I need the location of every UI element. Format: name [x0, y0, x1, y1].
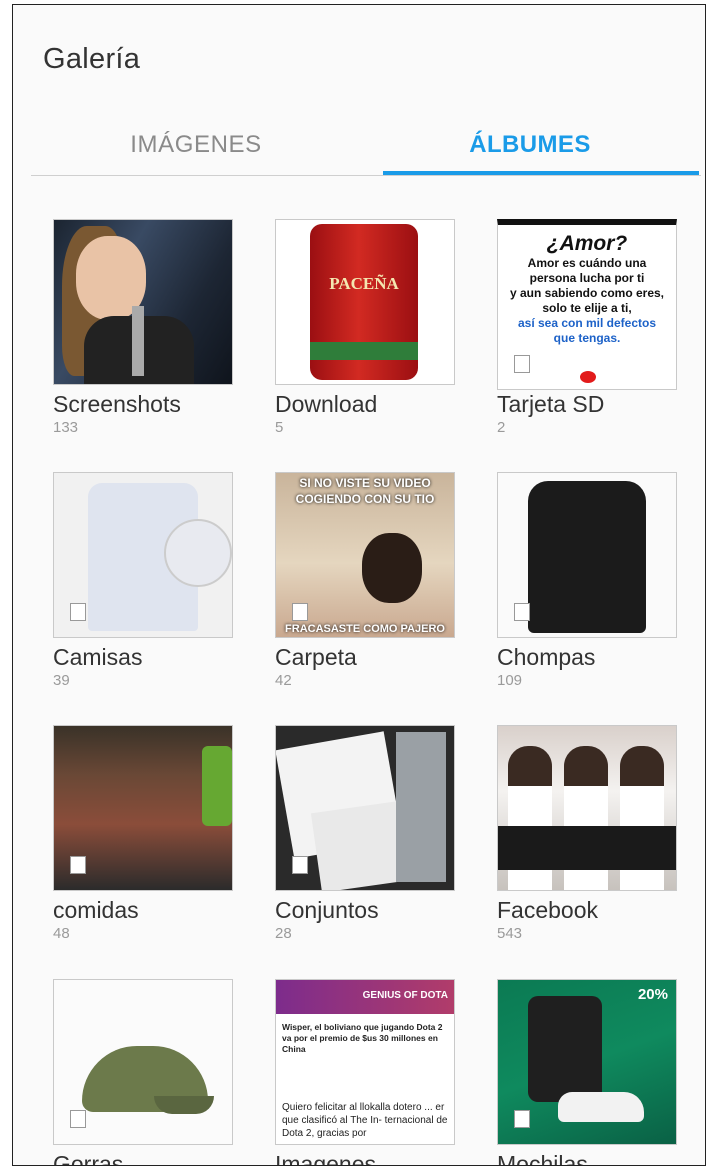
album-thumbnail	[53, 979, 233, 1145]
thumb-text-block: ¿Amor? Amor es cuándo una persona lucha …	[502, 231, 672, 346]
album-name: Tarjeta SD	[497, 391, 605, 417]
thumb-text: Wisper, el boliviano que jugando Dota 2 …	[282, 1022, 443, 1054]
thumb-graphic	[528, 481, 646, 633]
album-thumbnail	[497, 725, 677, 891]
album-chompas[interactable]: Chompas 109	[497, 472, 677, 689]
heart-icon	[580, 371, 596, 383]
sd-card-icon	[514, 355, 530, 373]
thumb-text: así sea con mil defectos	[517, 316, 657, 330]
sd-card-icon	[292, 603, 308, 621]
album-thumbnail	[53, 725, 233, 891]
album-camisas[interactable]: Camisas 39	[53, 472, 233, 689]
thumb-text: ¿Amor?	[546, 232, 628, 255]
album-grid: Screenshots 133 PACEÑA Download 5 ¿Amor?…	[13, 5, 705, 1165]
thumb-text: SI NO VISTE SU VIDEO	[299, 476, 431, 490]
album-gorras[interactable]: Gorras	[53, 979, 233, 1165]
thumb-graphic	[154, 1096, 214, 1114]
album-facebook[interactable]: Facebook 543	[497, 725, 677, 942]
thumb-text: GENIUS OF DOTA	[362, 990, 448, 1001]
thumb-graphic	[132, 306, 144, 376]
thumb-text: persona lucha por ti	[529, 271, 645, 285]
thumb-text: FRACASASTE COMO PAJERO	[285, 623, 445, 635]
album-name: Gorras	[53, 1151, 124, 1166]
album-name: Camisas	[53, 644, 143, 670]
thumb-text: solo te elije a ti,	[542, 301, 632, 315]
thumb-graphic	[558, 1092, 644, 1122]
thumb-text: que tengas.	[553, 331, 621, 345]
album-count: 39	[53, 672, 70, 689]
sd-card-icon	[292, 856, 308, 874]
album-name: Conjuntos	[275, 897, 379, 923]
album-count: 109	[497, 672, 523, 689]
thumb-text: Amor es cuándo una	[527, 256, 647, 270]
album-thumbnail	[53, 219, 233, 385]
sd-card-icon	[514, 1110, 530, 1128]
album-thumbnail	[275, 725, 455, 891]
album-conjuntos[interactable]: Conjuntos 28	[275, 725, 455, 942]
thumb-text: COGIENDO CON SU TIO	[295, 492, 435, 506]
thumb-text: y aun sabiendo como eres,	[509, 286, 665, 300]
album-download[interactable]: PACEÑA Download 5	[275, 219, 455, 436]
album-count: 2	[497, 419, 506, 436]
album-name: Imagenes	[275, 1151, 377, 1166]
album-name: Facebook	[497, 897, 599, 923]
thumb-text: PACEÑA	[329, 274, 399, 293]
album-thumbnail: 20%	[497, 979, 677, 1145]
thumb-text: Quiero felicitar al llokalla dotero ... …	[282, 1102, 448, 1139]
album-name: Carpeta	[275, 644, 357, 670]
thumb-graphic: PACEÑA	[310, 224, 418, 380]
thumb-graphic	[528, 996, 602, 1102]
album-count: 5	[275, 419, 284, 436]
album-screenshots[interactable]: Screenshots 133	[53, 219, 233, 436]
album-thumbnail: PACEÑA	[275, 219, 455, 385]
thumb-graphic	[202, 746, 232, 826]
gallery-screen: Galería IMÁGENES ÁLBUMES Screenshots 133…	[12, 4, 706, 1166]
album-carpeta[interactable]: SI NO VISTE SU VIDEO COGIENDO CON SU TIO…	[275, 472, 455, 689]
album-name: Screenshots	[53, 391, 181, 417]
album-thumbnail: ¿Amor? Amor es cuándo una persona lucha …	[497, 219, 677, 390]
album-mochilas[interactable]: 20% Mochilas	[497, 979, 677, 1165]
album-count: 48	[53, 925, 70, 942]
album-count: 28	[275, 925, 292, 942]
thumb-graphic	[310, 342, 418, 360]
sd-card-icon	[70, 1110, 86, 1128]
thumb-graphic	[396, 732, 446, 882]
sd-card-icon	[70, 603, 86, 621]
album-name: Download	[275, 391, 378, 417]
album-count: 543	[497, 925, 523, 942]
thumb-text: 20%	[637, 986, 668, 1003]
album-count: 133	[53, 419, 79, 436]
thumb-graphic	[164, 519, 232, 587]
album-imagenes[interactable]: GENIUS OF DOTA Wisper, el boliviano que …	[275, 979, 455, 1165]
album-thumbnail: GENIUS OF DOTA Wisper, el boliviano que …	[275, 979, 455, 1145]
thumb-graphic: GENIUS OF DOTA	[276, 980, 454, 1014]
thumb-graphic	[498, 826, 676, 870]
album-tarjeta-sd[interactable]: ¿Amor? Amor es cuándo una persona lucha …	[497, 219, 677, 436]
album-thumbnail	[53, 472, 233, 638]
thumb-text-block: SI NO VISTE SU VIDEO COGIENDO CON SU TIO	[276, 475, 454, 507]
album-name: comidas	[53, 897, 139, 923]
album-thumbnail	[497, 472, 677, 638]
album-name: Mochilas	[497, 1151, 588, 1166]
album-name: Chompas	[497, 644, 596, 670]
thumb-graphic	[362, 533, 422, 603]
sd-card-icon	[514, 603, 530, 621]
album-count: 42	[275, 672, 292, 689]
album-comidas[interactable]: comidas 48	[53, 725, 233, 942]
album-thumbnail: SI NO VISTE SU VIDEO COGIENDO CON SU TIO…	[275, 472, 455, 638]
sd-card-icon	[70, 856, 86, 874]
